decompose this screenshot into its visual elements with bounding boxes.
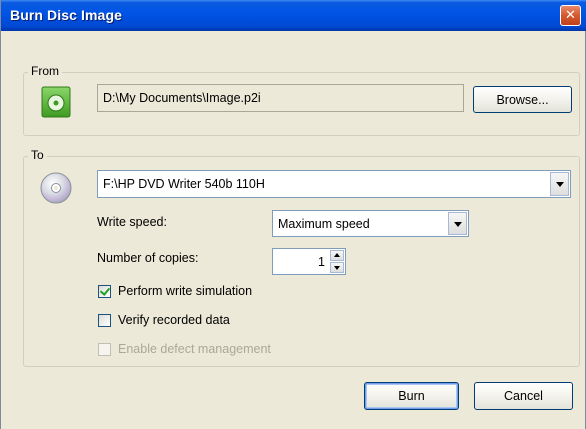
write-simulation-checkbox[interactable] xyxy=(98,285,111,298)
increment-icon[interactable] xyxy=(330,250,344,261)
burn-button[interactable]: Burn xyxy=(364,382,459,410)
write-speed-value: Maximum speed xyxy=(278,216,370,231)
close-button[interactable]: ✕ xyxy=(560,5,581,26)
source-path-field[interactable]: D:\My Documents\Image.p2i xyxy=(97,84,464,112)
write-simulation-label: Perform write simulation xyxy=(118,284,253,298)
copies-stepper[interactable]: 1 xyxy=(272,248,346,275)
cancel-button-label: Cancel xyxy=(504,389,543,403)
drive-select-value: F:\HP DVD Writer 540b 110H xyxy=(103,177,265,191)
drive-select[interactable]: F:\HP DVD Writer 540b 110H xyxy=(97,170,571,198)
title-bar[interactable]: Burn Disc Image ✕ xyxy=(1,0,586,31)
window-title: Burn Disc Image xyxy=(10,7,122,23)
copies-value: 1 xyxy=(318,254,325,269)
chevron-down-icon[interactable] xyxy=(448,212,467,235)
source-path-value: D:\My Documents\Image.p2i xyxy=(103,91,261,105)
cd-drive-icon xyxy=(39,171,73,205)
browse-button[interactable]: Browse... xyxy=(473,86,572,113)
burn-button-label: Burn xyxy=(398,389,425,403)
cancel-button[interactable]: Cancel xyxy=(474,382,573,410)
browse-button-label: Browse... xyxy=(496,92,549,107)
defect-management-checkbox xyxy=(98,343,111,356)
copies-label: Number of copies: xyxy=(97,251,199,265)
checkmark-icon xyxy=(99,285,111,296)
write-speed-select[interactable]: Maximum speed xyxy=(272,210,469,237)
burn-disc-image-dialog: Burn Disc Image ✕ From D:\My Documents\I… xyxy=(0,0,586,429)
decrement-icon[interactable] xyxy=(330,262,344,273)
verify-data-checkbox[interactable] xyxy=(98,314,111,327)
from-group-label: From xyxy=(28,64,62,78)
defect-management-label: Enable defect management xyxy=(118,342,271,356)
write-speed-label: Write speed: xyxy=(97,215,167,229)
to-group-label: To xyxy=(28,148,47,162)
chevron-down-icon[interactable] xyxy=(550,172,569,196)
verify-data-label: Verify recorded data xyxy=(118,313,230,327)
disc-image-icon xyxy=(41,86,71,118)
